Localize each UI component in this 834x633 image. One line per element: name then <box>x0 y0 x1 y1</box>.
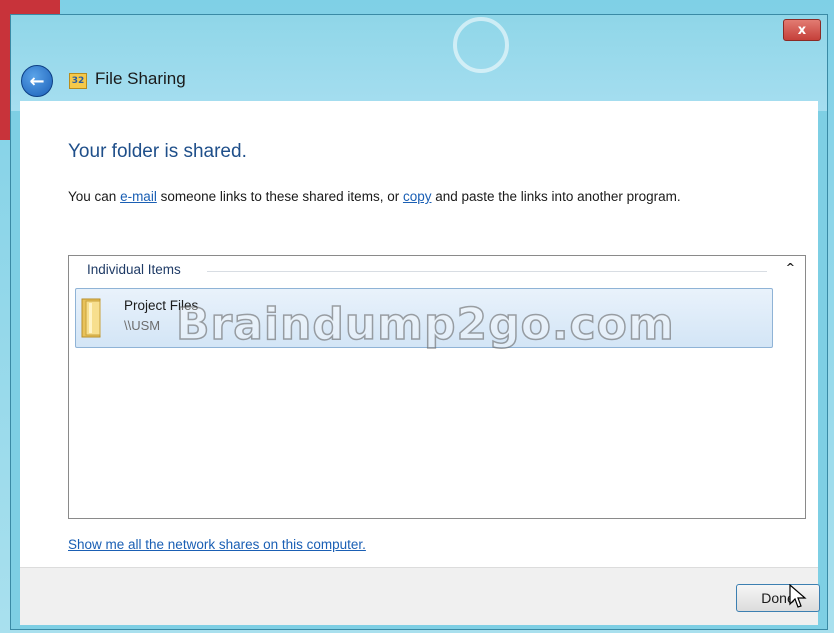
description-prefix: You can <box>68 189 121 204</box>
title-glow-decoration <box>453 17 509 73</box>
content-area: Your folder is shared. You can e-mail so… <box>20 101 818 567</box>
description-middle: someone links to these shared items, or <box>156 189 403 204</box>
list-item[interactable]: Project Files \\USM Braindump2go.com <box>75 288 773 351</box>
folder-icon <box>81 298 101 338</box>
close-button[interactable]: x <box>783 19 821 41</box>
shared-items-list: Individual Items ^ Project Files \\USM B… <box>68 255 806 519</box>
window-title: File Sharing <box>95 69 186 88</box>
file-sharing-window: x ← 32 File Sharing Your folder is share… <box>10 14 828 630</box>
chevron-up-icon[interactable]: ^ <box>786 261 795 274</box>
description-suffix: and paste the links into another program… <box>431 189 681 204</box>
back-button[interactable]: ← <box>21 65 53 97</box>
footer-bar: Done <box>20 567 820 625</box>
mouse-cursor-icon <box>789 584 807 608</box>
group-header-individual-items: Individual Items <box>87 262 181 277</box>
close-icon: x <box>797 22 807 38</box>
email-link[interactable]: e-mail <box>120 189 157 204</box>
file-sharing-icon: 32 <box>69 73 87 89</box>
title-bar: x ← 32 File Sharing <box>11 15 827 111</box>
page-heading: Your folder is shared. <box>68 141 247 162</box>
watermark: Braindump2go.com <box>175 298 675 351</box>
item-path: \\USM <box>124 318 161 333</box>
description-text: You can e-mail someone links to these sh… <box>68 189 681 204</box>
copy-link[interactable]: copy <box>403 189 432 204</box>
group-divider <box>207 271 767 272</box>
network-shares-link[interactable]: Show me all the network shares on this c… <box>68 537 366 552</box>
desktop-accent-strip <box>0 60 10 140</box>
back-arrow-icon: ← <box>29 70 45 92</box>
